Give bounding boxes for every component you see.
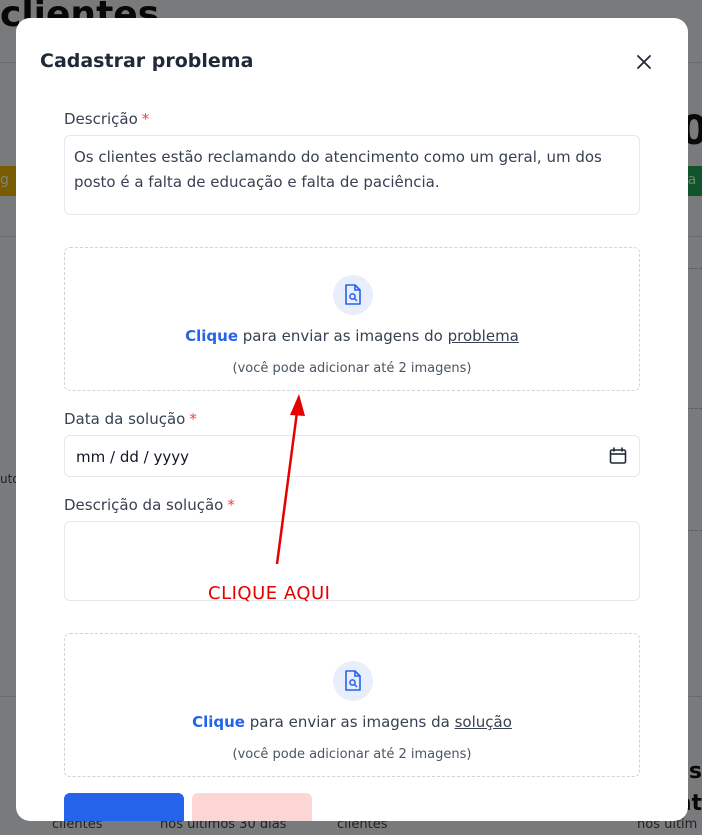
annotation-label: CLIQUE AQUI xyxy=(208,583,331,604)
annotation-arrow xyxy=(275,394,305,565)
register-problem-modal: Cadastrar problema Descrição * Os cliente… xyxy=(16,18,688,821)
